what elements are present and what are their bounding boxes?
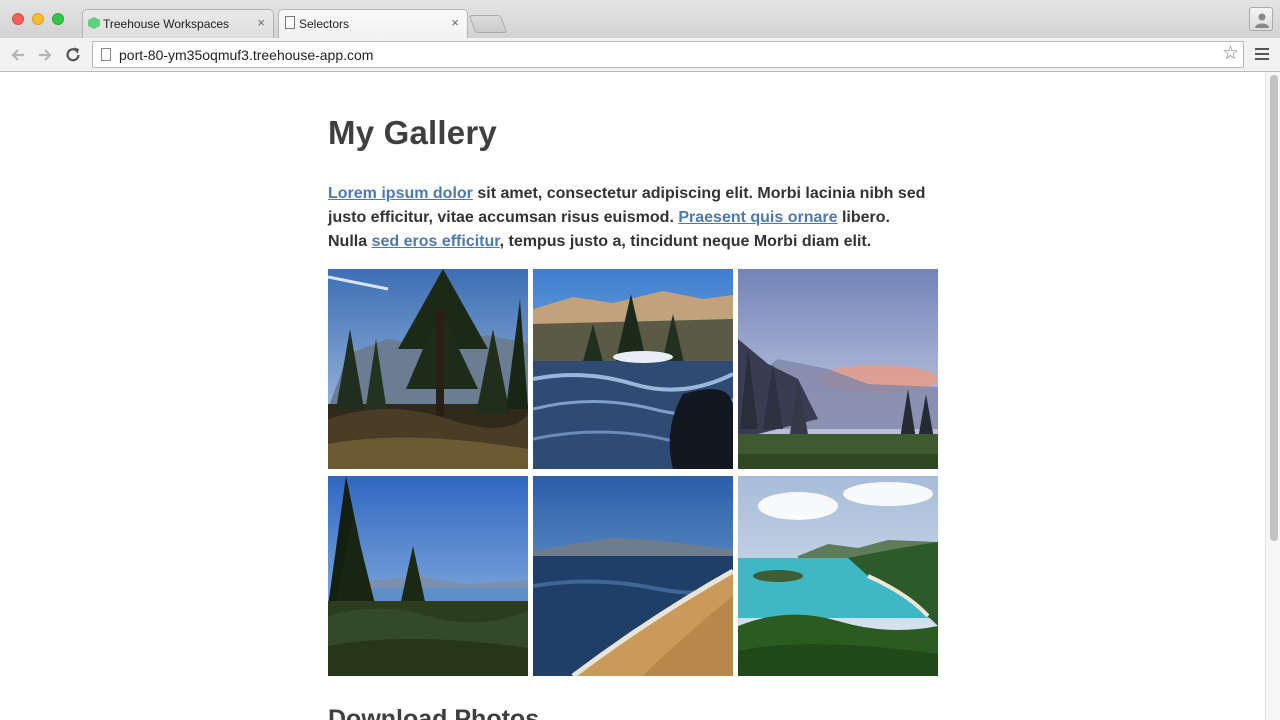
page-title: My Gallery bbox=[328, 114, 497, 151]
browser-toolbar: port-80-ym35oqmuf3.treehouse-app.com ☆ bbox=[0, 38, 1280, 72]
forward-arrow-icon[interactable] bbox=[35, 45, 55, 65]
pine-lake-view-photo[interactable] bbox=[328, 476, 528, 676]
browser-menu-icon[interactable] bbox=[1255, 48, 1269, 62]
tab-treehouse-workspaces[interactable]: Treehouse Workspaces × bbox=[82, 9, 274, 38]
page-icon bbox=[101, 48, 111, 61]
address-bar[interactable]: port-80-ym35oqmuf3.treehouse-app.com ☆ bbox=[92, 41, 1244, 68]
tab-close-icon[interactable]: × bbox=[451, 15, 459, 30]
minimize-window-button[interactable] bbox=[32, 13, 44, 25]
page-favicon-icon bbox=[285, 16, 295, 29]
tropical-bay-photo[interactable] bbox=[738, 476, 938, 676]
scrollbar-thumb[interactable] bbox=[1270, 75, 1278, 541]
tab-label: Treehouse Workspaces bbox=[103, 17, 230, 31]
zoom-window-button[interactable] bbox=[52, 13, 64, 25]
intro-link-lorem[interactable]: Lorem ipsum dolor bbox=[328, 185, 473, 202]
tab-strip: Treehouse Workspaces × Selectors × bbox=[0, 0, 1280, 38]
treehouse-favicon-icon bbox=[88, 17, 100, 29]
tab-close-icon[interactable]: × bbox=[257, 15, 265, 30]
intro-link-sed-eros[interactable]: sed eros efficitur bbox=[372, 233, 500, 250]
star-icon[interactable]: ☆ bbox=[1222, 44, 1239, 64]
back-arrow-icon[interactable] bbox=[8, 45, 28, 65]
river-rapids-photo[interactable] bbox=[533, 269, 733, 469]
tab-label: Selectors bbox=[299, 17, 350, 31]
url-text[interactable]: port-80-ym35oqmuf3.treehouse-app.com bbox=[119, 47, 373, 63]
page-viewport: My Gallery Lorem ipsum dolor sit amet, c… bbox=[0, 72, 1280, 720]
misty-meadow-photo[interactable] bbox=[738, 269, 938, 469]
profile-button[interactable] bbox=[1249, 7, 1273, 31]
sandy-beach-photo[interactable] bbox=[533, 476, 733, 676]
page-scrollbar[interactable] bbox=[1265, 72, 1280, 720]
close-window-button[interactable] bbox=[12, 13, 24, 25]
tab-selectors[interactable]: Selectors × bbox=[278, 9, 468, 38]
download-photos-heading: Download Photos bbox=[328, 705, 540, 720]
user-icon bbox=[1255, 13, 1269, 28]
forest-lake-photo[interactable] bbox=[328, 269, 528, 469]
intro-paragraph: Lorem ipsum dolor sit amet, consectetur … bbox=[328, 182, 928, 254]
photo-gallery bbox=[328, 269, 940, 679]
reload-icon[interactable] bbox=[63, 45, 83, 65]
intro-text: , tempus justo a, tincidunt neque Morbi … bbox=[499, 233, 872, 250]
new-tab-button[interactable] bbox=[468, 15, 508, 33]
intro-link-praesent[interactable]: Praesent quis ornare bbox=[678, 209, 837, 226]
